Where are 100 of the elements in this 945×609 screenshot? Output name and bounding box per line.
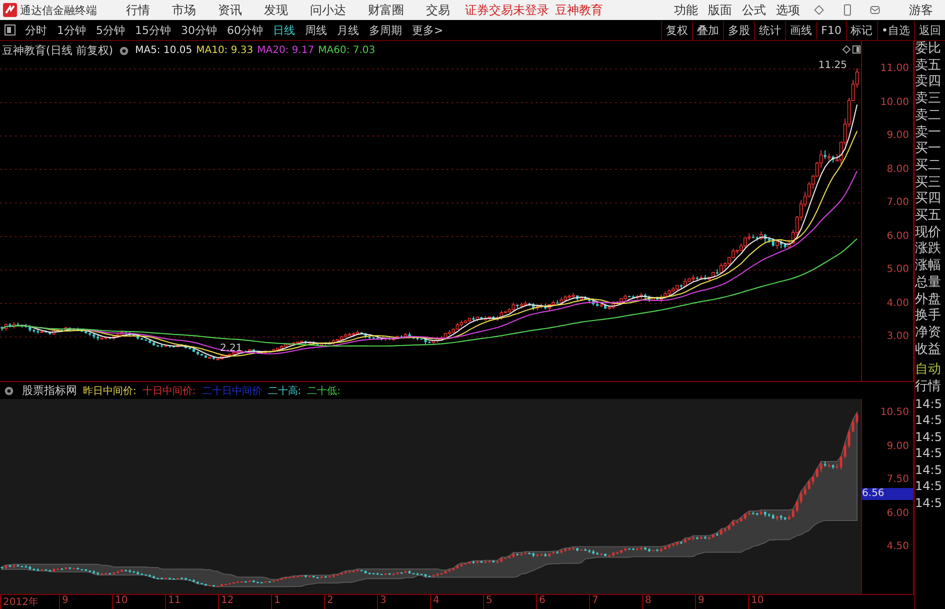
menu-item[interactable]: 选项 xyxy=(776,2,800,18)
date-axis-label: 7 xyxy=(589,595,642,609)
period-tab[interactable]: 1分钟 xyxy=(57,22,86,38)
indicator-axis-label: 7.50 xyxy=(886,473,910,486)
current-value-tag: 6.56 xyxy=(862,488,914,500)
toolbar-button[interactable]: 标记 xyxy=(846,20,876,40)
app-title: 通达信金融终端 xyxy=(20,2,97,18)
date-axis-label: 9 xyxy=(695,595,748,609)
quote-label: 换手 xyxy=(915,308,942,325)
menu-item[interactable]: 交易 xyxy=(426,2,450,18)
quote-label: 买四 xyxy=(915,191,942,208)
app-logo-icon xyxy=(3,3,17,17)
quote-label: 卖四 xyxy=(915,74,942,91)
phone-icon[interactable] xyxy=(841,4,853,16)
user-label[interactable]: 游客 xyxy=(909,2,933,18)
date-axis-label: 6 xyxy=(536,595,589,609)
window-icon[interactable] xyxy=(852,45,862,54)
quote-label: 卖二 xyxy=(915,108,942,125)
menu-item[interactable]: 功能 xyxy=(674,2,698,18)
indicator-legend: 昨日中间价: xyxy=(83,384,136,398)
trade-time: 14:5 xyxy=(915,428,943,446)
ma-legend: MA60: 7.03 xyxy=(318,45,376,56)
toolbar-button[interactable]: 统计 xyxy=(754,20,786,40)
menu-item[interactable]: 资讯 xyxy=(218,2,242,18)
toolbar-button[interactable]: F10 xyxy=(816,22,846,38)
price-axis-label: 5.00 xyxy=(886,263,910,276)
quote-mode-label[interactable]: 自动 xyxy=(915,362,945,380)
price-axis-label: 9.00 xyxy=(886,129,910,142)
quote-label: 涨跌 xyxy=(915,241,942,258)
panel-toggle-icon[interactable] xyxy=(4,24,16,36)
ma-legend: MA20: 9.17 xyxy=(257,45,314,56)
period-tab[interactable]: 月线 xyxy=(337,22,359,38)
menu-item[interactable]: 问小达 xyxy=(310,2,346,18)
ma-legend: MA10: 9.33 xyxy=(196,45,254,56)
toolbar-button[interactable]: 多股 xyxy=(723,20,754,40)
quote-label: 买一 xyxy=(915,141,942,158)
price-axis-label: 3.00 xyxy=(886,330,910,344)
menu-item[interactable]: 发现 xyxy=(264,2,288,18)
date-axis-label: 1 xyxy=(271,595,324,609)
quote-label: 外盘 xyxy=(915,292,942,308)
quote-label: 现价 xyxy=(915,224,942,242)
indicator-legend: 十日中间价: xyxy=(142,384,196,398)
indicator-axis-label: 9.00 xyxy=(886,440,910,453)
menu-item[interactable]: 市场 xyxy=(172,2,196,18)
trade-time: 14:5 xyxy=(915,445,943,462)
period-tab[interactable]: 5分钟 xyxy=(96,22,125,38)
quote-label: 买二 xyxy=(915,158,942,175)
date-axis-label: 5 xyxy=(483,595,536,609)
quote-label: 卖三 xyxy=(915,91,942,108)
diamond-icon[interactable] xyxy=(842,45,852,54)
period-tab[interactable]: 分时 xyxy=(25,22,47,38)
message-icon[interactable] xyxy=(869,4,881,16)
trade-time: 14:5 xyxy=(915,478,943,495)
quote-label: 委比 xyxy=(915,41,942,58)
toolbar-button[interactable]: 叠加 xyxy=(692,20,724,40)
indicator-name: 股票指标网 xyxy=(22,383,77,398)
quote-label: 净资 xyxy=(915,324,942,342)
quote-mode-label[interactable]: 行情 xyxy=(915,379,945,396)
toolbar-button[interactable]: 复权 xyxy=(661,20,692,40)
price-axis-label: 11.00 xyxy=(880,62,910,76)
toolbar-button[interactable]: 返回 xyxy=(914,20,945,40)
toolbar-button[interactable]: 画线 xyxy=(785,20,816,40)
period-tab[interactable]: 30分钟 xyxy=(181,22,217,38)
date-axis-label: 10 xyxy=(748,595,801,609)
date-axis-label: 9 xyxy=(59,595,112,609)
quote-label: 涨幅 xyxy=(915,258,942,275)
indicator-legend: 二十高: xyxy=(268,384,302,398)
menu-item[interactable]: 财富圈 xyxy=(368,2,404,18)
period-tab[interactable]: 更多> xyxy=(412,22,444,38)
menu-item[interactable]: 公式 xyxy=(742,2,766,18)
ma-legend: MA5: 10.05 xyxy=(135,45,192,56)
price-axis-label: 4.00 xyxy=(886,296,910,310)
menu-item[interactable]: 版面 xyxy=(708,2,732,18)
price-axis-label: 10.00 xyxy=(880,96,910,109)
quote-label: 买三 xyxy=(915,174,942,192)
date-axis-label: 8 xyxy=(642,595,695,609)
date-axis-label: 4 xyxy=(430,595,483,609)
login-notice[interactable]: 豆神教育 xyxy=(555,2,603,18)
chart-title: 豆神教育(日线 前复权) xyxy=(2,43,114,58)
settings-icon[interactable] xyxy=(4,386,14,396)
period-tab[interactable]: 15分钟 xyxy=(135,22,171,38)
price-axis-label: 6.00 xyxy=(886,230,910,243)
settings-icon[interactable] xyxy=(119,46,130,56)
period-tab[interactable]: 周线 xyxy=(305,22,327,38)
toolbar-button[interactable]: •自选 xyxy=(876,20,914,40)
quote-label: 总量 xyxy=(915,274,942,292)
low-price-label: 2.21 xyxy=(220,343,242,354)
period-tab[interactable]: 60分钟 xyxy=(227,22,263,38)
period-tab[interactable]: 日线 xyxy=(273,22,295,38)
date-axis-label: 11 xyxy=(165,595,218,609)
quote-label: 收益 xyxy=(915,342,942,358)
login-notice[interactable]: 证券交易未登录 xyxy=(465,2,549,18)
quote-label: 卖五 xyxy=(915,58,942,74)
high-price-label: 11.25 xyxy=(818,60,848,71)
period-tab[interactable]: 多周期 xyxy=(369,22,402,38)
indicator-legend: 二十日中间价 xyxy=(202,384,262,398)
menu-item[interactable]: 行情 xyxy=(126,2,150,18)
date-axis-label: 2 xyxy=(324,595,377,609)
date-axis-label: 10 xyxy=(112,595,165,609)
price-axis-label: 7.00 xyxy=(886,196,910,210)
